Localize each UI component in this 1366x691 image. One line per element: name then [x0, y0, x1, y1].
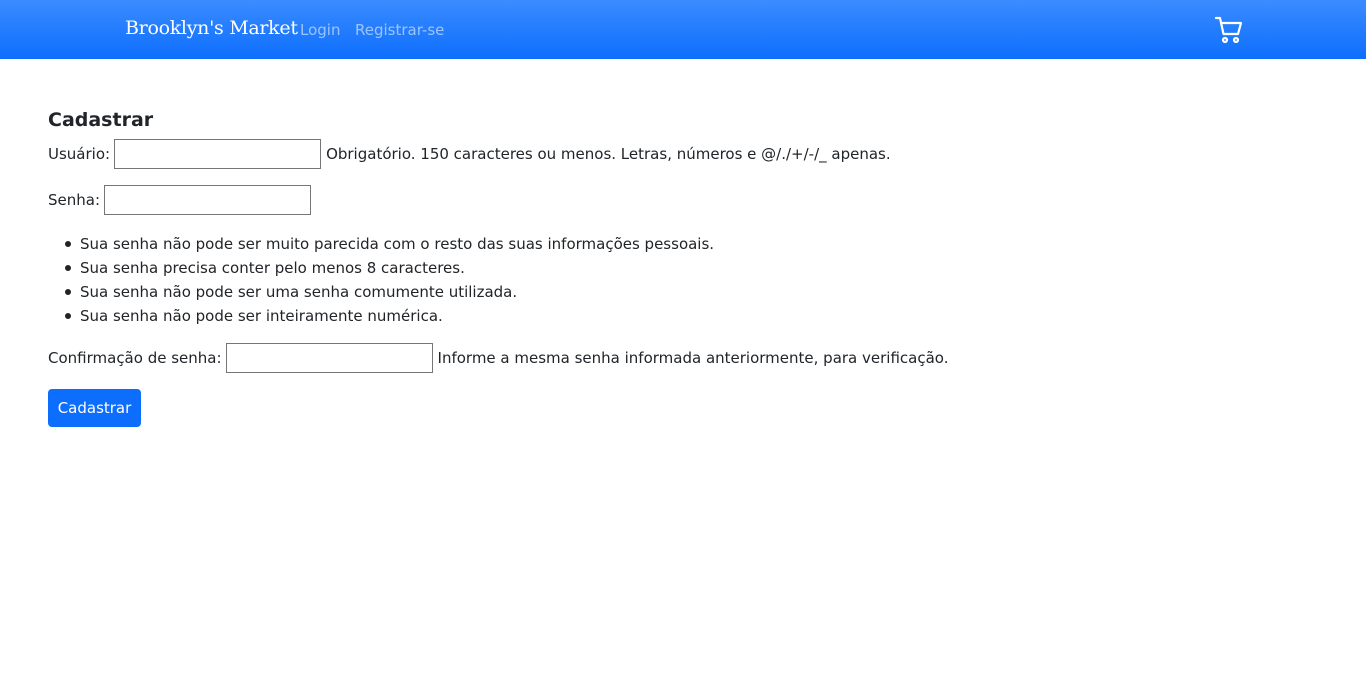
signup-form: Cadastrar Usuário: Obrigatório. 150 cara…	[48, 107, 1248, 427]
password-confirm-help-text: Informe a mesma senha informada anterior…	[437, 349, 949, 367]
username-row: Usuário: Obrigatório. 150 caracteres ou …	[48, 139, 891, 169]
password-confirm-row: Confirmação de senha: Informe a mesma se…	[48, 343, 948, 373]
password-rule: Sua senha não pode ser muito parecida co…	[48, 232, 714, 256]
username-input[interactable]	[114, 139, 322, 169]
password-input[interactable]	[104, 185, 312, 215]
nav-login-link[interactable]: Login	[300, 21, 340, 39]
username-label: Usuário:	[48, 145, 111, 163]
password-rule: Sua senha não pode ser uma senha comumen…	[48, 280, 714, 304]
username-help-text: Obrigatório. 150 caracteres ou menos. Le…	[326, 145, 891, 163]
password-rule: Sua senha não pode ser inteiramente numé…	[48, 304, 714, 328]
password-row: Senha:	[48, 185, 312, 215]
submit-button[interactable]: Cadastrar	[48, 389, 141, 427]
navbar: Brooklyn's Market Login Registrar-se	[0, 0, 1366, 59]
password-confirm-input[interactable]	[225, 343, 433, 373]
password-label: Senha:	[48, 191, 101, 209]
cart-icon[interactable]	[1214, 15, 1244, 45]
password-rules-list: Sua senha não pode ser muito parecida co…	[48, 232, 714, 328]
page-title: Cadastrar	[48, 109, 154, 131]
nav-register-link[interactable]: Registrar-se	[355, 21, 444, 39]
password-rule: Sua senha precisa conter pelo menos 8 ca…	[48, 256, 714, 280]
brand-link[interactable]: Brooklyn's Market	[125, 17, 298, 39]
password-confirm-label: Confirmação de senha:	[48, 349, 222, 367]
